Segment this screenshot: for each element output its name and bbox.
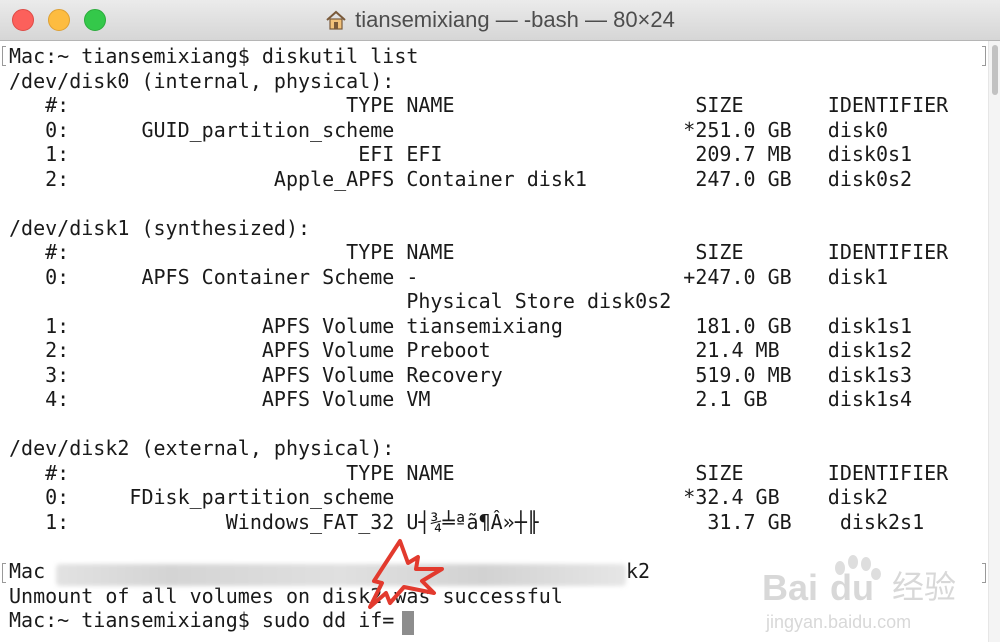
terminal-line: 0: FDisk_partition_scheme *32.4 GB disk2 [9, 485, 888, 509]
terminal-line: 1: EFI EFI 209.7 MB disk0s1 [9, 142, 913, 166]
terminal-line: 0: APFS Container Scheme - +247.0 GB dis… [9, 265, 888, 289]
terminal-line: 0: GUID_partition_scheme *251.0 GB disk0 [9, 118, 888, 142]
home-icon [326, 10, 346, 30]
terminal-line: /dev/disk1 (synthesized): [9, 216, 311, 240]
window-title: tiansemixiang — -bash — 80×24 [355, 7, 675, 32]
terminal-line-tail: k2 [626, 559, 651, 583]
mark-bracket-left [2, 46, 6, 66]
watermark-brand-2: du [830, 567, 874, 608]
terminal-line: 2: APFS Volume Preboot 21.4 MB disk1s2 [9, 338, 913, 362]
watermark-cn: 经验 [892, 569, 956, 605]
terminal-prompt-line: Mac:~ tiansemixiang$ sudo dd if= [9, 608, 395, 632]
terminal-line: 1: APFS Volume tiansemixiang 181.0 GB di… [9, 314, 913, 338]
redacted-text [56, 564, 626, 586]
window-title-group: tiansemixiang — -bash — 80×24 [0, 0, 1000, 40]
mark-bracket-right [982, 46, 986, 66]
terminal-line: 4: APFS Volume VM 2.1 GB disk1s4 [9, 387, 913, 411]
terminal-line: Mac [9, 559, 46, 583]
terminal-line: #: TYPE NAME SIZE IDENTIFIER [9, 461, 949, 485]
terminal-line: Physical Store disk0s2 [9, 289, 672, 313]
watermark-url: jingyan.baidu.com [765, 612, 911, 632]
terminal-line: 1: Windows_FAT_32 U┤¾╧ªã¶Â»┼╟ 31.7 GB di… [9, 510, 925, 534]
terminal-line: #: TYPE NAME SIZE IDENTIFIER [9, 93, 949, 117]
terminal-line: #: TYPE NAME SIZE IDENTIFIER [9, 240, 949, 264]
terminal-line: Unmount of all volumes on disk2 was succ… [9, 584, 563, 608]
title-bar: tiansemixiang — -bash — 80×24 [0, 0, 1000, 41]
red-arrow-annotation [368, 539, 444, 609]
watermark-brand: Bai [762, 567, 818, 608]
terminal-line: 3: APFS Volume Recovery 519.0 MB disk1s3 [9, 363, 913, 387]
terminal-line: 2: Apple_APFS Container disk1 247.0 GB d… [9, 167, 913, 191]
baidu-watermark: Bai du 经验 jingyan.baidu.com [762, 555, 956, 632]
terminal-line: /dev/disk2 (external, physical): [9, 436, 395, 460]
scrollbar-thumb[interactable] [992, 45, 998, 95]
terminal-line: Mac:~ tiansemixiang$ diskutil list [9, 44, 419, 68]
terminal-line: /dev/disk0 (internal, physical): [9, 69, 395, 93]
mark-bracket-left [2, 563, 6, 583]
